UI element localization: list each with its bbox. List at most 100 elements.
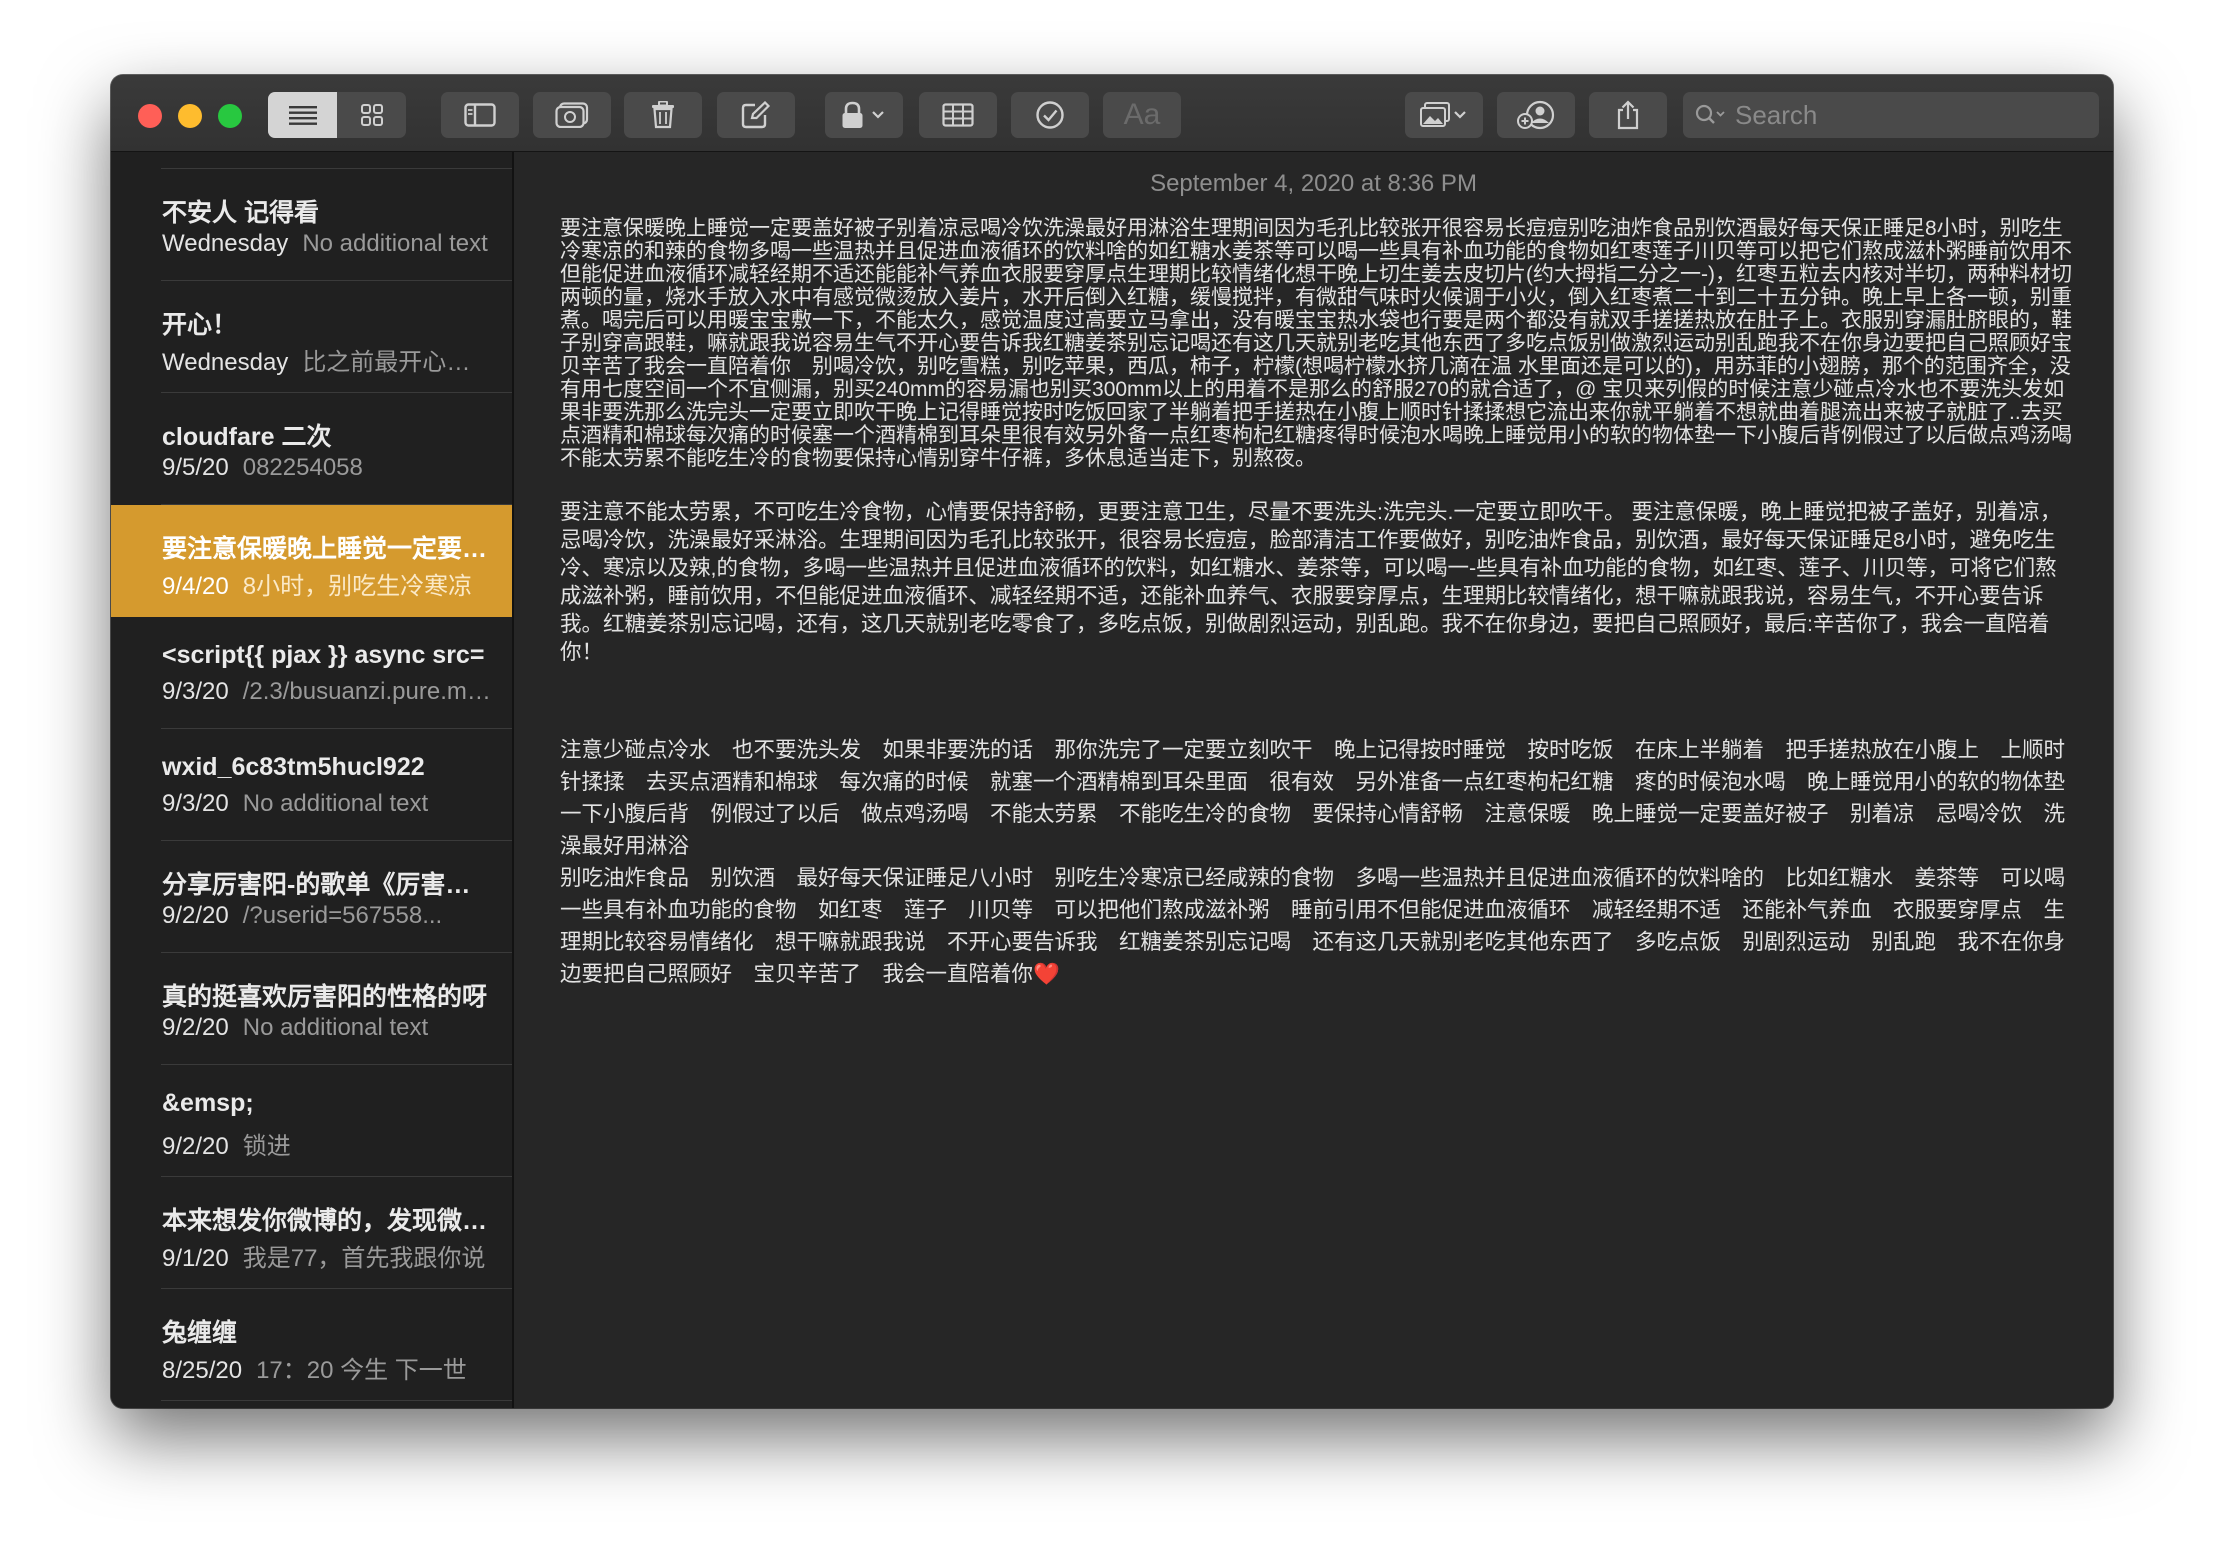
delete-button[interactable] (624, 92, 702, 138)
attachments-icon (555, 102, 589, 128)
note-list-item[interactable]: <script{{ pjax }} async src= 9/3/20/2.3/… (111, 617, 512, 729)
note-paragraph-3-line-a: 注意少碰点冷水 也不要洗头发 如果非要洗的话 那你洗完了一定要立刻吹干 晚上记得… (560, 738, 2066, 858)
note-meta: 8/25/20 17：20 今生 下一世 (162, 1350, 492, 1385)
notes-window: Aa Search 不安人 记得看 Wednesday No additiona… (111, 75, 2113, 1408)
search-icon (1695, 104, 1725, 124)
list-top-separator (161, 152, 512, 169)
note-list-item[interactable]: wxid_6c83tm5hucl922 9/3/20 No additional … (111, 729, 512, 841)
note-title: wxid_6c83tm5hucl922 (162, 753, 425, 781)
note-preview: No additional text (242, 1014, 429, 1041)
note-date: 9/4/20 (162, 573, 229, 600)
note-preview: 082254058 (242, 454, 363, 481)
note-meta: 9/2/20 No additional text (162, 1014, 492, 1042)
note-list-item-selected[interactable]: 要注意保暖晚上睡觉一定要盖好被子 9/4/20 8小时，别吃生冷寒凉 (111, 505, 512, 617)
note-editor[interactable]: September 4, 2020 at 8:36 PM 要注意保暖晚上睡觉一定… (514, 152, 2113, 1408)
note-meta: Wednesday 比之前最开心的时候还要开心 (162, 342, 492, 377)
media-icon (1420, 102, 1466, 127)
note-list-item[interactable]: cloudfare 二次 9/5/20 082254058 (111, 393, 512, 505)
sidebar-toggle-icon (464, 103, 496, 127)
note-list-item[interactable]: 分享厉害阳-的歌单《厉害阳的歌》 9/2/20 /?userid=567558..… (111, 841, 512, 953)
note-date: Wednesday (162, 349, 289, 376)
note-paragraph-3-text: 别吃油炸食品 别饮酒 最好每天保证睡足八小时 别吃生冷寒凉已经咸辣的食物 多喝一… (560, 866, 2066, 986)
note-title: &emsp; (162, 1089, 254, 1117)
note-title: <script{{ pjax }} async src= (162, 641, 485, 669)
gallery-view-button[interactable] (337, 92, 406, 138)
note-preview: 我是77，首先我跟你说 (242, 1245, 486, 1272)
note-preview: /?userid=567558... (242, 902, 443, 929)
note-meta: 9/2/20 锁进 (162, 1126, 492, 1161)
lock-icon (842, 101, 884, 128)
note-preview: No additional text (242, 790, 429, 817)
heart-emoji: ❤️ (1033, 962, 1060, 986)
toggle-sidebar-button[interactable] (441, 92, 519, 138)
note-title: 真的挺喜欢厉害阳的性格的呀 (162, 983, 488, 1011)
note-title: cloudfare 二次 (162, 423, 332, 451)
note-paragraph-2[interactable]: 要注意不能太劳累，不可吃生冷食物，心情要保持舒畅，更要注意卫生，尽量不要洗头:洗… (560, 498, 2072, 666)
note-date: 9/1/20 (162, 1245, 229, 1272)
note-meta: 9/5/20 082254058 (162, 454, 492, 482)
note-meta: 9/2/20 /?userid=567558... (162, 902, 492, 930)
note-date: Wednesday (162, 230, 289, 257)
table-button[interactable] (919, 92, 997, 138)
note-paragraph-1[interactable]: 要注意保暖晚上睡觉一定要盖好被子别着凉忌喝冷饮洗澡最好用淋浴生理期间因为毛孔比较… (560, 217, 2072, 470)
lock-menu-button[interactable] (825, 92, 903, 138)
format-label: Aa (1123, 98, 1161, 131)
note-date: 9/2/20 (162, 1014, 229, 1041)
note-title: 分享厉害阳-的歌单《厉害阳的歌》 (162, 871, 492, 899)
note-date: 9/5/20 (162, 454, 229, 481)
zoom-button[interactable] (218, 104, 242, 128)
note-meta: 9/3/20/2.3/busuanzi.pure.mini.js (162, 678, 492, 706)
note-preview: 17：20 今生 下一世 (256, 1357, 467, 1384)
attachments-button[interactable] (533, 92, 611, 138)
note-title: 要注意保暖晚上睡觉一定要盖好被子 (162, 535, 492, 563)
note-title: 不安人 记得看 (162, 199, 319, 227)
toolbar: Aa (111, 75, 2113, 152)
note-preview: /2.3/busuanzi.pure.mini.js (242, 678, 492, 705)
note-list-item[interactable]: 不安人 记得看 Wednesday No additional text (111, 169, 512, 281)
format-button[interactable]: Aa (1103, 92, 1181, 138)
checklist-button[interactable] (1011, 92, 1089, 138)
note-title: 开心！ (162, 311, 238, 339)
note-list-item[interactable]: 本来想发你微博的，发现微博被封了 9/1/20 我是77，首先我跟你说 (111, 1177, 512, 1289)
note-list-item[interactable]: 开心！ Wednesday 比之前最开心的时候还要开心 (111, 281, 512, 393)
note-title: 兔缠缠 (162, 1319, 238, 1347)
search-field[interactable] (1683, 92, 2099, 138)
note-timestamp: September 4, 2020 at 8:36 PM (1150, 170, 1477, 197)
note-title: 本来想发你微博的，发现微博被封了 (162, 1207, 492, 1235)
search-input[interactable] (1733, 98, 2077, 132)
note-list-item[interactable]: 兔缠缠 8/25/20 17：20 今生 下一世 (111, 1289, 512, 1401)
close-button[interactable] (138, 104, 162, 128)
checklist-icon (1036, 101, 1064, 129)
note-date: 8/25/20 (162, 1357, 243, 1384)
table-icon (942, 103, 974, 127)
note-meta: 9/1/20 我是77，首先我跟你说 (162, 1238, 492, 1273)
compose-button[interactable] (717, 92, 795, 138)
trash-icon (652, 101, 674, 129)
notes-list: 不安人 记得看 Wednesday No additional text 开心！ … (111, 152, 514, 1408)
note-date: 9/2/20 (162, 902, 229, 929)
separator (161, 1400, 512, 1401)
note-preview: 8小时，别吃生冷寒凉 (242, 573, 473, 600)
note-date: 9/3/20 (162, 790, 229, 817)
note-paragraph-3-line-b: 别吃油炸食品 别饮酒 最好每天保证睡足八小时 别吃生冷寒凉已经咸辣的食物 多喝一… (560, 862, 2072, 990)
note-date: 9/2/20 (162, 1133, 229, 1160)
share-button[interactable] (1589, 92, 1667, 138)
list-view-button[interactable] (268, 92, 337, 138)
note-meta: 9/3/20 No additional text (162, 790, 492, 818)
note-meta: 9/4/20 8小时，别吃生冷寒凉 (162, 566, 492, 601)
note-list-item[interactable]: 真的挺喜欢厉害阳的性格的呀 9/2/20 No additional text (111, 953, 512, 1065)
media-menu-button[interactable] (1405, 92, 1483, 138)
note-paragraph-3[interactable]: 注意少碰点冷水 也不要洗头发 如果非要洗的话 那你洗完了一定要立刻吹干 晚上记得… (560, 734, 2072, 990)
note-list-item[interactable]: &emsp; 9/2/20 锁进 (111, 1065, 512, 1177)
note-meta: Wednesday No additional text (162, 230, 492, 258)
list-view-icon (288, 106, 317, 125)
gallery-view-icon (360, 104, 383, 126)
compose-icon (741, 101, 771, 129)
note-preview: 比之前最开心的时候还要开心 (302, 349, 492, 376)
minimize-button[interactable] (178, 104, 202, 128)
note-preview: No additional text (302, 230, 488, 257)
add-people-button[interactable] (1497, 92, 1575, 138)
share-icon (1617, 100, 1639, 130)
note-date: 9/3/20 (162, 678, 229, 705)
view-mode-segmented-control (268, 92, 406, 138)
